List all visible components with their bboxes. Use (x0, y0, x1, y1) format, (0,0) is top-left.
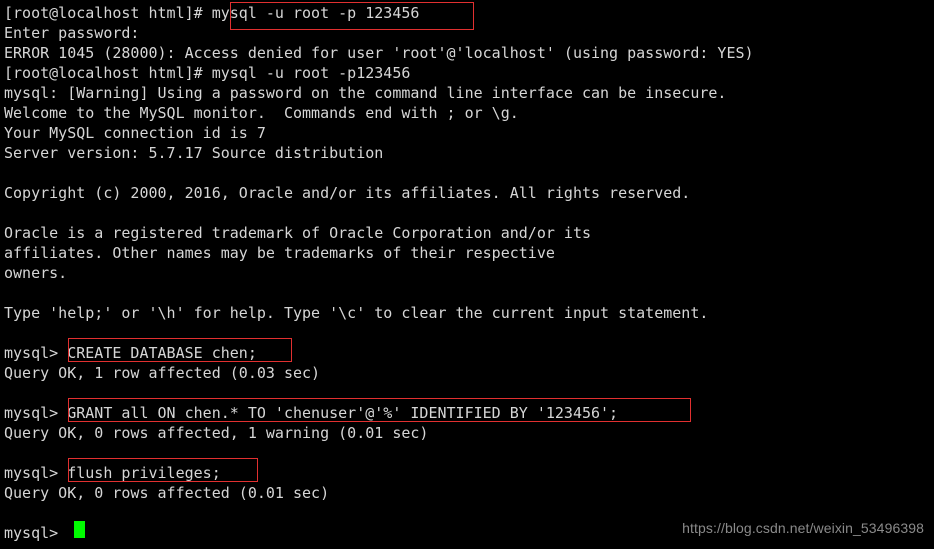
terminal-line: Type 'help;' or '\h' for help. Type '\c'… (4, 304, 709, 322)
watermark-text: https://blog.csdn.net/weixin_53496398 (682, 520, 924, 536)
terminal-line: mysql> CREATE DATABASE chen; (4, 344, 257, 362)
terminal-line: Server version: 5.7.17 Source distributi… (4, 144, 384, 162)
terminal-window[interactable]: [root@localhost html]# mysql -u root -p … (0, 0, 934, 549)
terminal-line: mysql> flush privileges; (4, 464, 221, 482)
terminal-line: [root@localhost html]# mysql -u root -p … (4, 4, 420, 22)
terminal-line: ERROR 1045 (28000): Access denied for us… (4, 44, 754, 62)
terminal-line: Copyright (c) 2000, 2016, Oracle and/or … (4, 184, 691, 202)
terminal-line: [root@localhost html]# mysql -u root -p1… (4, 64, 411, 82)
text-cursor (74, 521, 85, 538)
terminal-line: owners. (4, 264, 68, 282)
terminal-line: Welcome to the MySQL monitor. Commands e… (4, 104, 519, 122)
terminal-line: affiliates. Other names may be trademark… (4, 244, 555, 262)
terminal-line: Your MySQL connection id is 7 (4, 124, 266, 142)
terminal-line: Query OK, 0 rows affected (0.01 sec) (4, 484, 330, 502)
terminal-line: mysql> GRANT all ON chen.* TO 'chenuser'… (4, 404, 619, 422)
terminal-line: Query OK, 1 row affected (0.03 sec) (4, 364, 321, 382)
terminal-line: mysql: [Warning] Using a password on the… (4, 84, 727, 102)
terminal-line: Enter password: (4, 24, 140, 42)
terminal-line: Query OK, 0 rows affected, 1 warning (0.… (4, 424, 429, 442)
terminal-output: [root@localhost html]# mysql -u root -p … (4, 3, 930, 543)
terminal-line: Oracle is a registered trademark of Orac… (4, 224, 591, 242)
